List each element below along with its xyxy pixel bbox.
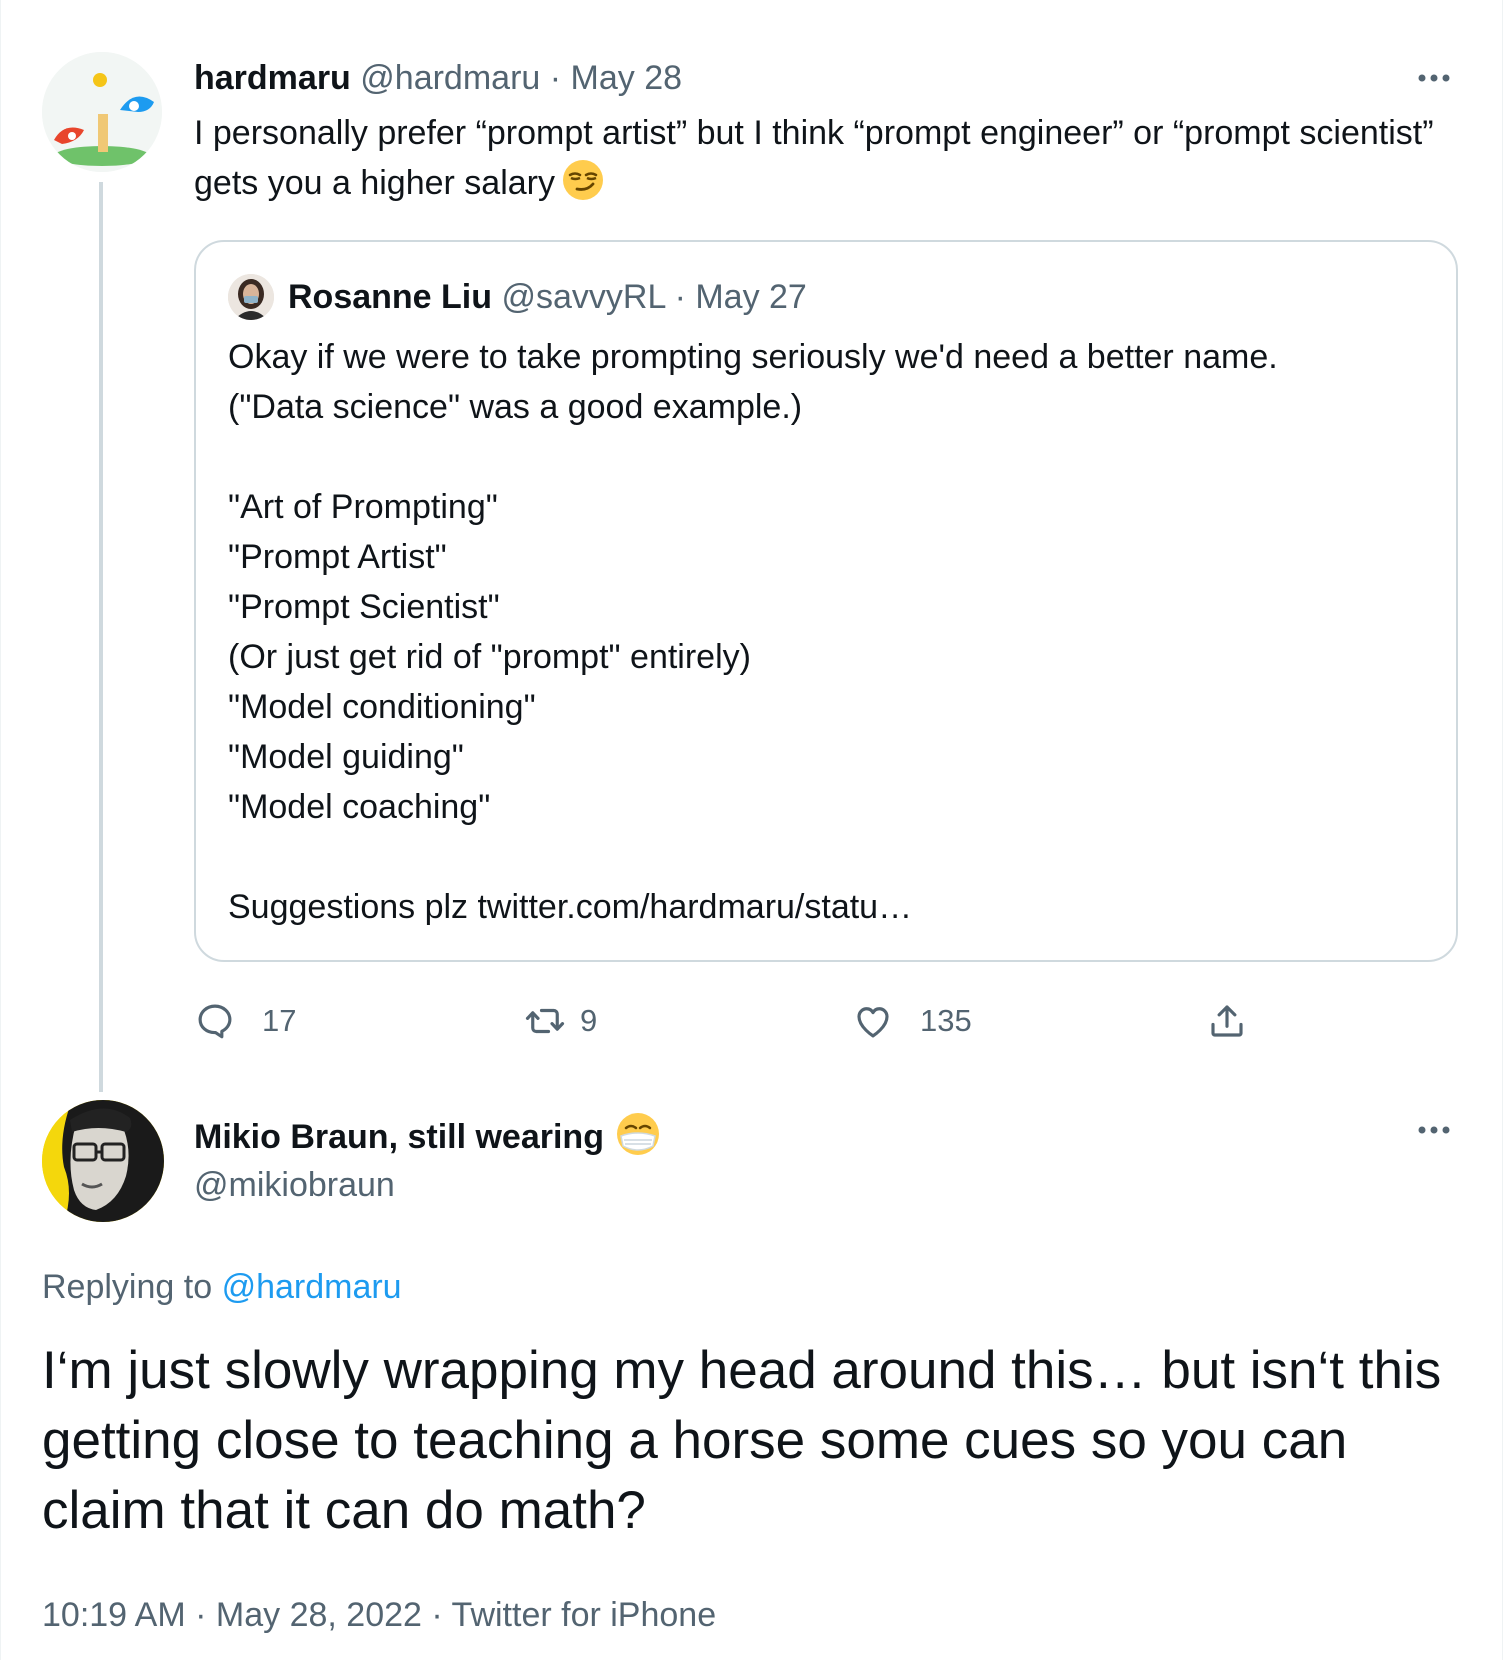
- tweet2-author-handle[interactable]: @mikiobraun: [194, 1160, 395, 1210]
- more-icon: [1418, 1126, 1450, 1134]
- retweet-icon: [525, 1008, 565, 1034]
- quote-header: Rosanne Liu @savvyRL · May 27: [288, 272, 807, 322]
- mikiobraun-avatar[interactable]: [42, 1100, 164, 1222]
- quote-line: Suggestions plz twitter.com/hardmaru/sta…: [228, 888, 913, 926]
- tweet2-source[interactable]: Twitter for iPhone: [452, 1596, 717, 1634]
- quote-author-name[interactable]: Rosanne Liu: [288, 278, 492, 316]
- tweet1-author-name[interactable]: hardmaru: [194, 59, 351, 97]
- reply-count: 17: [262, 1003, 297, 1038]
- reply-icon: [198, 1004, 232, 1039]
- replying-to-label: Replying to: [42, 1268, 213, 1306]
- tweet1-date[interactable]: May 28: [571, 59, 683, 97]
- quote-line: Okay if we were to take prompting seriou…: [228, 338, 1278, 376]
- tweet1-author-handle[interactable]: @hardmaru: [360, 59, 540, 97]
- tweet2-author-name[interactable]: Mikio Braun, still wearing: [194, 1118, 604, 1156]
- replying-to-line: Replying to @hardmaru: [42, 1262, 402, 1312]
- quote-line: ("Data science" was a good example.): [228, 388, 803, 426]
- meta-separator: ·: [431, 1596, 443, 1634]
- replying-to-handle-link[interactable]: @hardmaru: [222, 1268, 402, 1306]
- tweet1-separator: ·: [549, 59, 562, 97]
- tweet2-more-button[interactable]: [1414, 1110, 1454, 1150]
- quote-separator: ·: [674, 278, 686, 316]
- quote-line: "Prompt Scientist": [228, 588, 500, 626]
- tweet1-more-button[interactable]: [1414, 58, 1454, 98]
- smirking-face-emoji-icon: [561, 158, 605, 202]
- quote-line: (Or just get rid of "prompt" entirely): [228, 638, 751, 676]
- hardmaru-avatar[interactable]: [42, 52, 162, 172]
- share-button[interactable]: [1206, 996, 1248, 1046]
- rosanne-liu-avatar[interactable]: [228, 274, 274, 320]
- like-icon: [857, 1007, 889, 1038]
- quote-text: Okay if we were to take prompting seriou…: [228, 332, 1428, 932]
- tweet1-text: I personally prefer “prompt artist” but …: [194, 108, 1464, 208]
- thread-connector: [99, 182, 103, 1092]
- like-button[interactable]: 135: [852, 996, 972, 1046]
- retweet-button[interactable]: 9: [524, 996, 597, 1046]
- tweet1-text-body: I personally prefer “prompt artist” but …: [194, 114, 1434, 202]
- tweet2-time[interactable]: 10:19 AM: [42, 1596, 186, 1634]
- meta-separator: ·: [195, 1596, 207, 1634]
- share-icon: [1211, 1005, 1243, 1037]
- face-with-medical-mask-emoji-icon: [614, 1110, 662, 1158]
- quote-line: "Model coaching": [228, 788, 491, 826]
- tweet1-header: hardmaru @hardmaru · May 28: [194, 56, 682, 100]
- reply-button[interactable]: 17: [194, 996, 296, 1046]
- quote-line: "Prompt Artist": [228, 538, 447, 576]
- tweet2-meta: 10:19 AM · May 28, 2022 · Twitter for iP…: [42, 1590, 716, 1640]
- quote-line: "Art of Prompting": [228, 488, 498, 526]
- quote-line: [228, 432, 1428, 482]
- quote-author-handle[interactable]: @savvyRL: [501, 278, 665, 316]
- tweet2-author-name-row: Mikio Braun, still wearing: [194, 1110, 662, 1162]
- quote-line: [228, 832, 1428, 882]
- like-count: 135: [920, 1003, 972, 1038]
- more-icon: [1418, 74, 1450, 82]
- quote-line: "Model guiding": [228, 738, 464, 776]
- retweet-count: 9: [580, 1003, 598, 1038]
- tweet2-text: I‘m just slowly wrapping my head around …: [42, 1341, 1442, 1540]
- quoted-tweet-card[interactable]: Rosanne Liu @savvyRL · May 27 Okay if we…: [194, 240, 1458, 962]
- quote-date[interactable]: May 27: [695, 278, 807, 316]
- quote-line: "Model conditioning": [228, 688, 536, 726]
- tweet2-date[interactable]: May 28, 2022: [216, 1596, 422, 1634]
